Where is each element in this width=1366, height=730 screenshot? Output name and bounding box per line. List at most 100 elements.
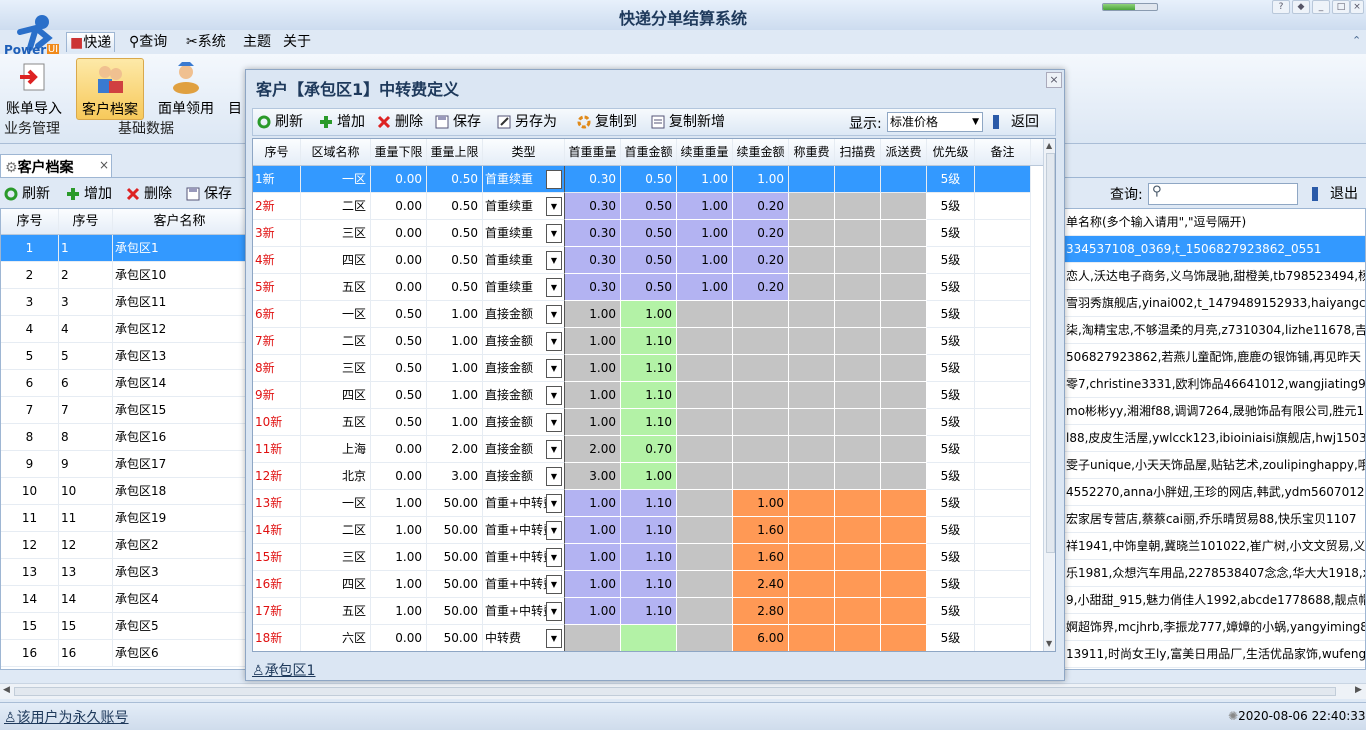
- fee-cell[interactable]: [975, 247, 1031, 274]
- dlg-back-button[interactable]: 返回: [991, 111, 1039, 133]
- fee-cell[interactable]: 五区: [301, 598, 371, 625]
- fee-row[interactable]: 17新 五区 1.00 50.00 首重+中转费 ▼ 1.00 1.10 2.80 5级: [253, 598, 1043, 625]
- fee-cell[interactable]: 1.10: [621, 355, 677, 382]
- fee-cell[interactable]: [975, 463, 1031, 490]
- fee-row[interactable]: 2新 二区 0.00 0.50 首重续重 ▼ 0.30 0.50 1.00 0.20 5级: [253, 193, 1043, 220]
- fee-cell[interactable]: 5级: [927, 409, 975, 436]
- fee-cell[interactable]: 1.00: [427, 409, 483, 436]
- column-header[interactable]: 序号: [59, 209, 113, 234]
- fee-cell[interactable]: [789, 463, 835, 490]
- fee-cell[interactable]: 0.50: [371, 328, 427, 355]
- fee-cell[interactable]: 1.60: [733, 544, 789, 571]
- ribbon-waybill-issue[interactable]: 面单领用: [152, 58, 220, 120]
- fee-cell[interactable]: 1.00: [565, 490, 621, 517]
- fee-cell[interactable]: 5级: [927, 571, 975, 598]
- fee-cell[interactable]: [677, 436, 733, 463]
- table-row[interactable]: 9 9 承包区17: [1, 451, 247, 478]
- fee-cell[interactable]: 1.00: [677, 220, 733, 247]
- fee-cell[interactable]: 5级: [927, 598, 975, 625]
- fee-cell[interactable]: 0.50: [621, 220, 677, 247]
- column-header[interactable]: 派送费: [881, 139, 927, 165]
- fee-cell[interactable]: 2.80: [733, 598, 789, 625]
- display-select[interactable]: 标准价格 ▼: [887, 112, 983, 132]
- fee-cell[interactable]: 四区: [301, 382, 371, 409]
- fee-cell[interactable]: [789, 625, 835, 651]
- fee-cell[interactable]: 0.20: [733, 193, 789, 220]
- chevron-down-icon[interactable]: ▼: [546, 332, 562, 351]
- fee-cell[interactable]: [835, 247, 881, 274]
- fee-cell[interactable]: 三区: [301, 544, 371, 571]
- scroll-left-icon[interactable]: ◀: [3, 685, 10, 695]
- fee-cell[interactable]: 50.00: [427, 544, 483, 571]
- dialog-close-button[interactable]: ×: [1046, 72, 1062, 88]
- fee-cell[interactable]: [621, 625, 677, 651]
- fee-row[interactable]: 11新 上海 0.00 2.00 直接金额 ▼ 2.00 0.70 5级: [253, 436, 1043, 463]
- fee-cell[interactable]: 1.00: [565, 544, 621, 571]
- table-row[interactable]: mo彬彬yy,湘湘f88,调调7264,晟驰饰品有限公司,胜元18: [1064, 398, 1365, 425]
- fee-cell[interactable]: [835, 490, 881, 517]
- chevron-down-icon[interactable]: ▼: [546, 251, 562, 270]
- fee-cell[interactable]: [677, 301, 733, 328]
- fee-cell[interactable]: 5级: [927, 328, 975, 355]
- fee-cell[interactable]: 5级: [927, 463, 975, 490]
- fee-row[interactable]: 18新 六区 0.00 50.00 中转费 ▼ 6.00 5级: [253, 625, 1043, 651]
- fee-cell[interactable]: 直接金额 ▼: [483, 382, 565, 409]
- table-row[interactable]: 13 13 承包区3: [1, 559, 247, 586]
- table-row[interactable]: 柒,淘精宝忠,不够温柔的月亮,z7310304,lizhe11678,吉美: [1064, 317, 1365, 344]
- fee-cell[interactable]: [677, 328, 733, 355]
- table-row[interactable]: 15 15 承包区5: [1, 613, 247, 640]
- fee-cell[interactable]: [881, 328, 927, 355]
- column-header[interactable]: 续重金额: [733, 139, 789, 165]
- fee-cell[interactable]: [789, 247, 835, 274]
- fee-cell[interactable]: 50.00: [427, 625, 483, 651]
- column-header[interactable]: 称重费: [789, 139, 835, 165]
- fee-cell[interactable]: [835, 274, 881, 301]
- fee-cell[interactable]: [677, 571, 733, 598]
- dlg-copy-new-button[interactable]: 复制新增: [649, 111, 725, 133]
- fee-cell[interactable]: 0.70: [621, 436, 677, 463]
- add-button[interactable]: 增加: [64, 183, 112, 205]
- fee-cell[interactable]: [677, 490, 733, 517]
- fee-cell[interactable]: 0.50: [371, 355, 427, 382]
- column-header[interactable]: 备注: [975, 139, 1031, 165]
- fee-cell[interactable]: 1.10: [621, 409, 677, 436]
- fee-cell[interactable]: 1.10: [621, 571, 677, 598]
- menu-theme[interactable]: 主题: [240, 32, 274, 52]
- tab-close-icon[interactable]: ×: [99, 158, 109, 172]
- column-header[interactable]: 续重重量: [677, 139, 733, 165]
- fee-cell[interactable]: 1.00: [677, 274, 733, 301]
- table-row[interactable]: 334537108_0369,t_1506827923862_0551: [1064, 236, 1365, 263]
- fee-cell[interactable]: 中转费 ▼: [483, 625, 565, 651]
- fee-cell[interactable]: 50.00: [427, 490, 483, 517]
- fee-cell[interactable]: 0.50: [371, 409, 427, 436]
- fee-row[interactable]: 5新 五区 0.00 0.50 首重续重 ▼ 0.30 0.50 1.00 0.20 5级: [253, 274, 1043, 301]
- fee-cell[interactable]: [881, 193, 927, 220]
- fee-cell[interactable]: [975, 436, 1031, 463]
- fee-cell[interactable]: 0.50: [371, 301, 427, 328]
- column-header[interactable]: 重量下限: [371, 139, 427, 165]
- table-row[interactable]: 婀超饰界,mcjhrb,李振龙777,嫜嫜的小蜗,yangyiming85: [1064, 614, 1365, 641]
- fee-cell[interactable]: [835, 544, 881, 571]
- fee-cell[interactable]: 1.00: [733, 490, 789, 517]
- table-row[interactable]: 9,小甜甜_915,魅力俏佳人1992,abcde1778688,靓点帽: [1064, 587, 1365, 614]
- fee-cell[interactable]: [881, 220, 927, 247]
- menu-query[interactable]: ⚲查询: [126, 32, 170, 52]
- fee-cell[interactable]: 2.40: [733, 571, 789, 598]
- fee-cell[interactable]: 0.50: [427, 220, 483, 247]
- table-row[interactable]: 12 12 承包区2: [1, 532, 247, 559]
- fee-cell[interactable]: 0.00: [371, 463, 427, 490]
- table-row[interactable]: 2 2 承包区10: [1, 262, 247, 289]
- fee-cell[interactable]: 0.00: [371, 274, 427, 301]
- fee-cell[interactable]: [881, 517, 927, 544]
- scroll-right-icon[interactable]: ▶: [1355, 685, 1362, 695]
- fee-cell[interactable]: 1.00: [371, 598, 427, 625]
- chevron-down-icon[interactable]: ▼: [546, 359, 562, 378]
- fee-cell[interactable]: 首重+中转费 ▼: [483, 544, 565, 571]
- column-header[interactable]: 优先级: [927, 139, 975, 165]
- fee-cell[interactable]: 5级: [927, 517, 975, 544]
- fee-row[interactable]: 14新 二区 1.00 50.00 首重+中转费 ▼ 1.00 1.10 1.60 5级: [253, 517, 1043, 544]
- fee-cell[interactable]: 5级: [927, 625, 975, 651]
- fee-cell[interactable]: [733, 328, 789, 355]
- table-row[interactable]: 506827923862,若燕儿童配饰,鹿鹿の银饰铺,再见昨天: [1064, 344, 1365, 371]
- dlg-delete-button[interactable]: 删除: [375, 111, 423, 133]
